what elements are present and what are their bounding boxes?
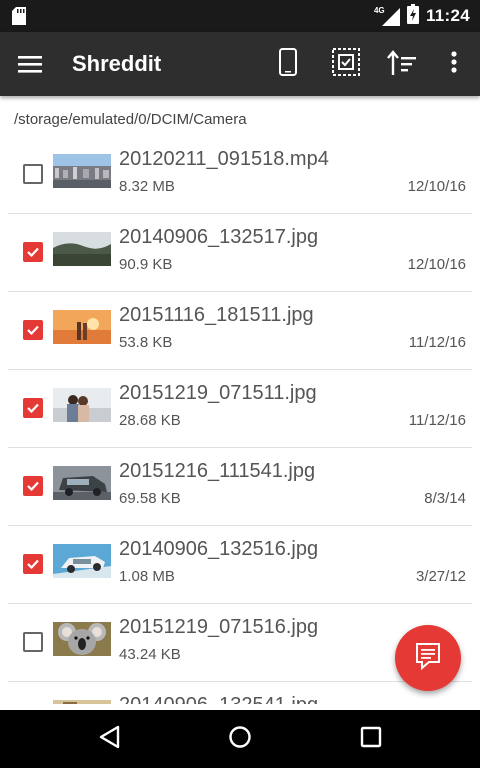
file-name: 20140906_132541.jpg [119,694,318,704]
overflow-icon [451,50,457,78]
menu-icon [18,56,42,78]
file-list: 20120211_091518.mp4 8.32 MB 12/10/16 201… [0,136,480,704]
recents-button[interactable] [356,724,386,754]
home-icon [228,725,252,754]
file-date: 11/12/16 [408,334,466,351]
message-icon [415,642,441,675]
app-title: Shreddit [72,51,162,76]
file-name: 20151219_071511.jpg [119,382,317,404]
file-row[interactable]: 20140906_132517.jpg 90.9 KB 12/10/16 [8,214,472,292]
file-size: 90.9 KB [119,256,173,273]
file-checkbox[interactable] [23,320,43,340]
file-row[interactable]: 20140906_132516.jpg 1.08 MB 3/27/12 [8,526,472,604]
file-size: 53.8 KB [119,334,173,351]
thumbnail-suv [53,466,111,500]
back-icon [98,725,120,754]
file-size: 1.08 MB [119,568,175,585]
thumbnail-sunset-couple [53,310,111,344]
file-row[interactable]: 20140906_132541.jpg [8,682,472,704]
sort-icon [387,49,417,80]
file-size: 28.68 KB [119,412,181,429]
file-checkbox[interactable] [23,554,43,574]
file-checkbox[interactable] [23,164,43,184]
overflow-menu-button[interactable] [436,46,472,82]
file-date: 12/10/16 [407,178,466,195]
menu-button[interactable] [18,50,48,78]
file-checkbox[interactable] [23,398,43,418]
file-name: 20151116_181511.jpg [119,304,314,326]
file-name: 20151219_071516.jpg [119,616,319,638]
file-name: 20120211_091518.mp4 [119,148,329,170]
status-bar: 4G 11:24 [0,0,480,32]
battery-icon [406,3,419,29]
thumbnail-couple-beach [53,388,111,422]
file-size: 8.32 MB [119,178,175,195]
system-nav-bar [0,710,480,768]
signal-icon: 4G [374,6,400,26]
phone-icon [279,47,297,81]
file-size: 69.58 KB [119,490,181,507]
file-row[interactable]: 20120211_091518.mp4 8.32 MB 12/10/16 [8,136,472,214]
home-button[interactable] [225,724,255,754]
file-checkbox[interactable] [23,476,43,496]
back-button[interactable] [94,724,124,754]
shred-fab-button[interactable] [395,625,461,691]
file-date: 11/12/16 [408,412,466,429]
file-checkbox[interactable] [23,632,43,652]
app-bar: Shreddit [0,32,480,96]
select-all-icon [332,47,360,81]
file-size: 43.24 KB [119,646,181,663]
file-checkbox[interactable] [23,242,43,262]
file-row[interactable]: 20151219_071511.jpg 28.68 KB 11/12/16 [8,370,472,448]
file-row[interactable]: 20151216_111541.jpg 69.58 KB 8/3/14 [8,448,472,526]
file-name: 20140906_132516.jpg [119,538,319,560]
file-date: 12/10/16 [407,256,466,273]
file-name: 20140906_132517.jpg [119,226,319,248]
file-name: 20151216_111541.jpg [119,460,316,482]
thumbnail-car-offroad [53,544,111,578]
thumbnail-koala [53,622,111,656]
sd-card-icon [12,7,26,30]
clock: 11:24 [425,6,470,25]
sort-button[interactable] [384,46,420,82]
thumbnail-partial [53,700,111,704]
thumbnail-city-panorama [53,154,111,188]
file-date: 8/3/14 [424,490,466,507]
thumbnail-landscape [53,232,111,266]
file-date: 3/27/12 [415,568,466,585]
recents-icon [360,726,382,753]
select-all-button[interactable] [328,46,364,82]
current-path: /storage/emulated/0/DCIM/Camera [14,111,247,128]
phone-storage-button[interactable] [270,46,306,82]
file-row[interactable]: 20151116_181511.jpg 53.8 KB 11/12/16 [8,292,472,370]
